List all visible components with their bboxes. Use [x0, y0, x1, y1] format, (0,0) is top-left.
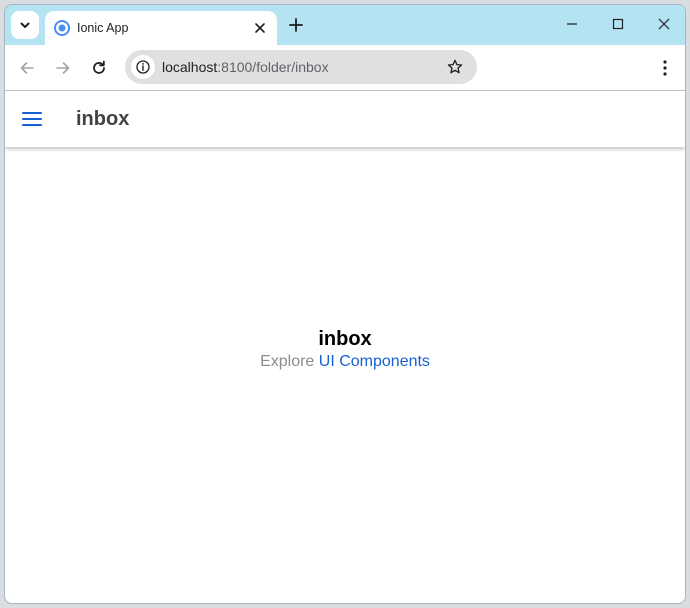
- container-title: inbox: [318, 328, 372, 350]
- minimize-button[interactable]: [561, 13, 583, 35]
- tab-close-button[interactable]: [251, 19, 269, 37]
- content-container: inbox Explore UI Components: [5, 327, 685, 373]
- address-bar[interactable]: localhost:8100/folder/inbox: [125, 50, 477, 84]
- browser-menu-button[interactable]: [655, 57, 675, 79]
- close-icon: [658, 18, 670, 30]
- tab-search-button[interactable]: [11, 11, 39, 39]
- browser-window: Ionic App localhost:8100/folder/inbox in…: [4, 4, 686, 604]
- container-text: Explore UI Components: [5, 351, 685, 373]
- url-host: localhost: [162, 59, 218, 75]
- browser-toolbar: localhost:8100/folder/inbox: [5, 45, 685, 91]
- menu-button[interactable]: [19, 107, 45, 131]
- close-window-button[interactable]: [653, 13, 675, 35]
- maximize-button[interactable]: [607, 13, 629, 35]
- reload-button[interactable]: [87, 56, 111, 80]
- app-header: inbox: [5, 91, 685, 147]
- app-content: inbox Explore UI Components: [5, 147, 685, 603]
- ui-components-link[interactable]: UI Components: [319, 353, 430, 370]
- star-icon: [447, 59, 463, 74]
- url-text: localhost:8100/folder/inbox: [162, 59, 329, 75]
- minimize-icon: [567, 23, 577, 25]
- back-button[interactable]: [15, 56, 39, 80]
- url-path: :8100/folder/inbox: [217, 59, 329, 75]
- new-tab-button[interactable]: [285, 14, 307, 36]
- menu-icon: [22, 112, 42, 126]
- forward-button[interactable]: [51, 56, 75, 80]
- page-title: inbox: [76, 108, 130, 130]
- chevron-down-icon: [20, 22, 30, 28]
- bookmark-button[interactable]: [445, 57, 465, 77]
- tab-active[interactable]: Ionic App: [45, 11, 277, 45]
- maximize-icon: [612, 18, 624, 30]
- arrow-left-icon: [20, 62, 34, 74]
- site-info-button[interactable]: [131, 55, 155, 79]
- tab-title: Ionic App: [77, 21, 129, 35]
- arrow-right-icon: [56, 62, 70, 74]
- tab-strip: Ionic App: [5, 5, 685, 45]
- more-vert-icon: [663, 60, 667, 76]
- site-info-icon: [136, 60, 150, 74]
- plus-icon: [289, 18, 303, 32]
- close-icon: [255, 23, 265, 33]
- chrome-favicon-icon: [54, 20, 70, 36]
- reload-icon: [93, 60, 105, 74]
- explore-text: Explore: [260, 353, 319, 370]
